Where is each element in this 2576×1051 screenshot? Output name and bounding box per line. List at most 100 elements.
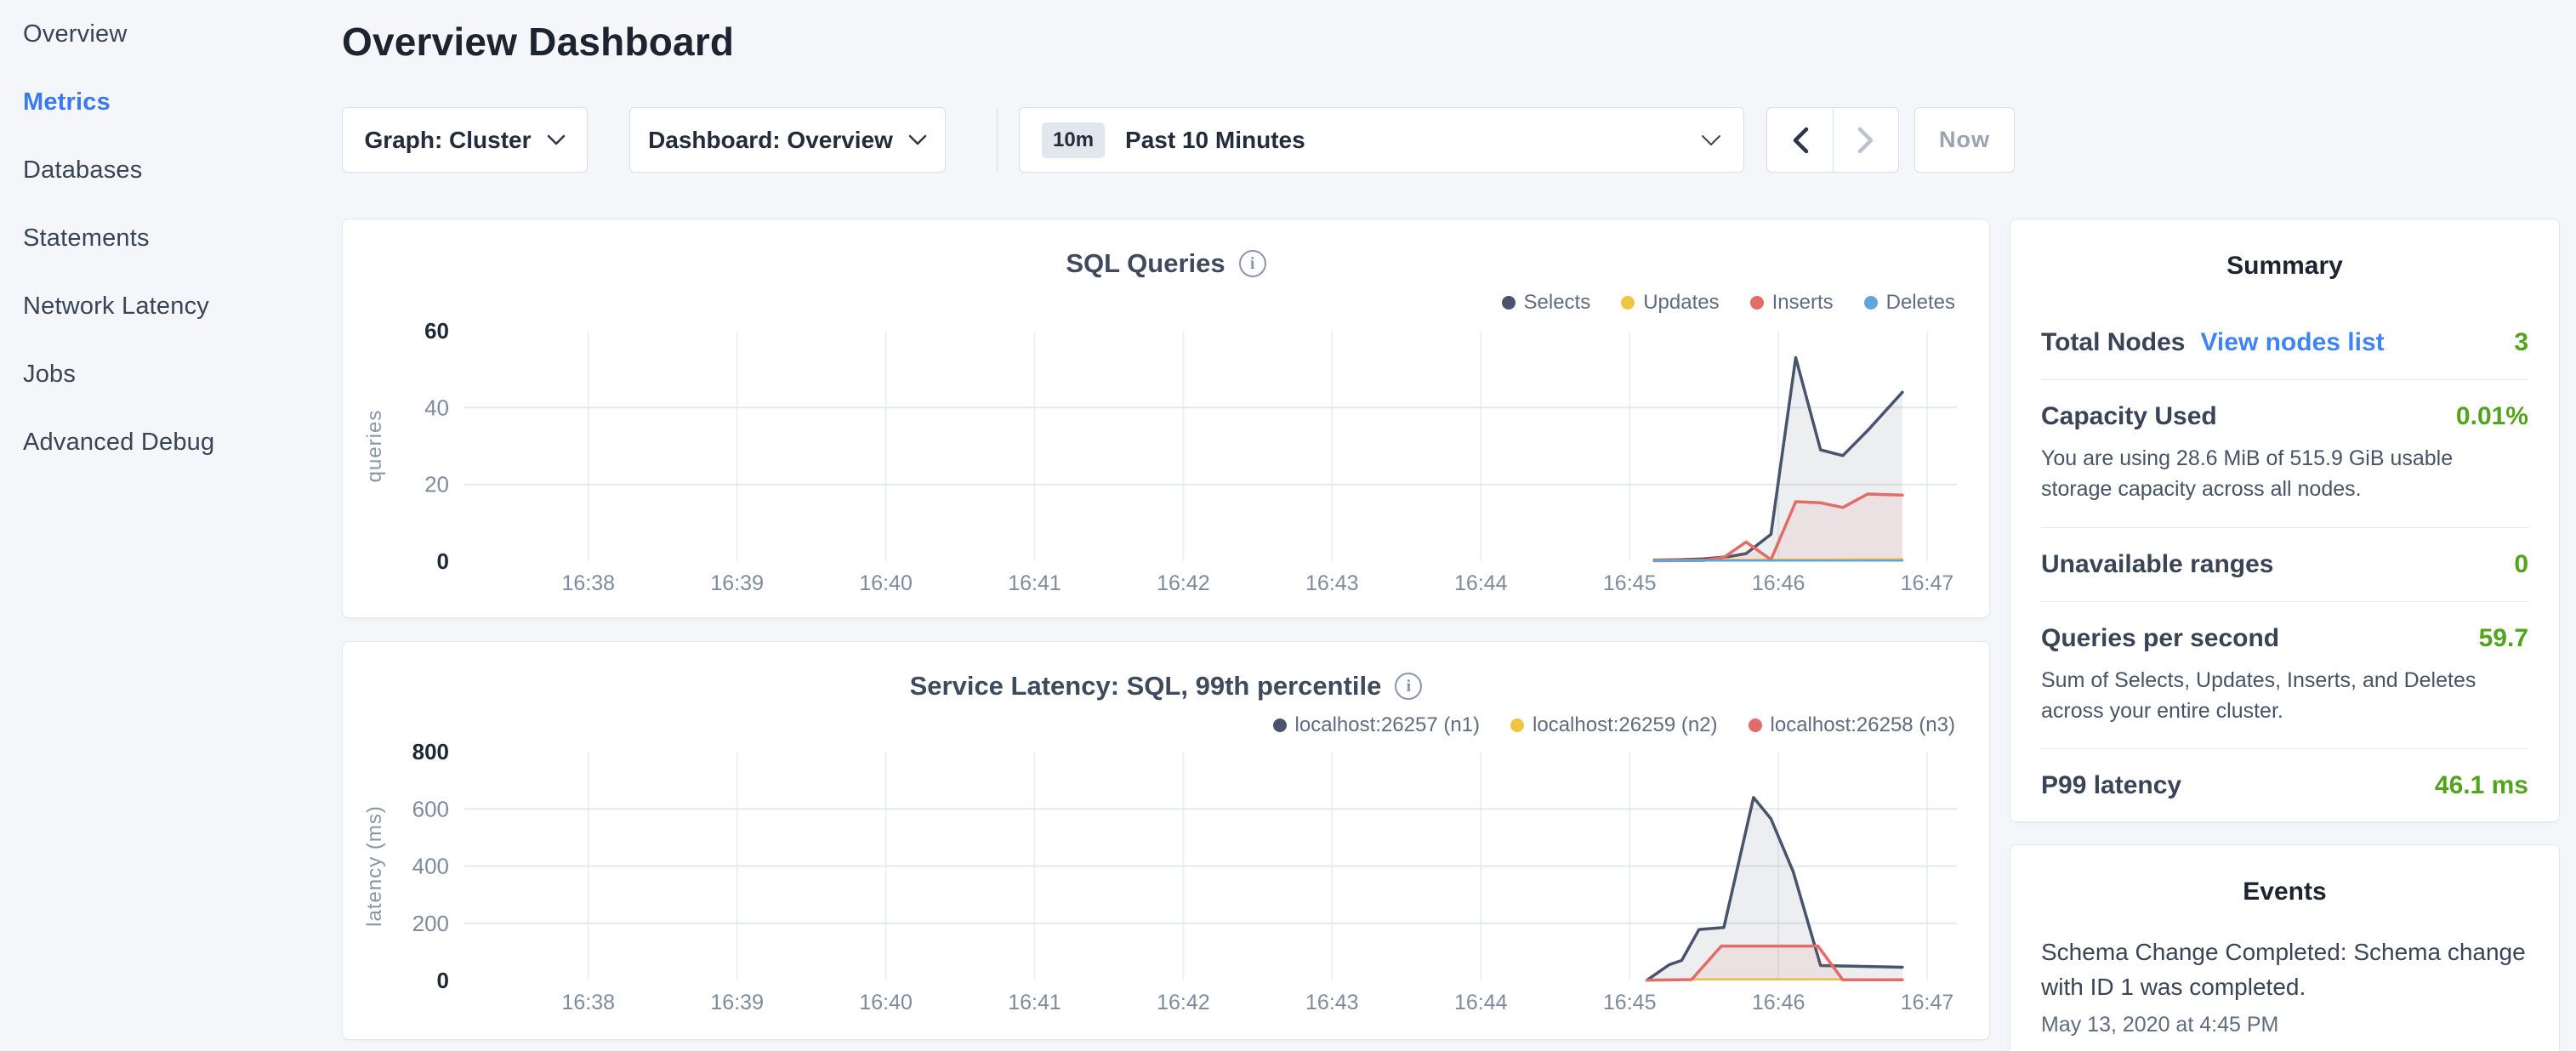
sidebar-item-network-latency[interactable]: Network Latency [0, 272, 340, 340]
summary-value: 0 [2514, 550, 2528, 579]
svg-text:16:47: 16:47 [1901, 991, 1954, 1014]
summary-label: Queries per second [2041, 624, 2279, 653]
svg-text:16:46: 16:46 [1752, 571, 1805, 595]
time-range-selector[interactable]: 10m Past 10 Minutes [1019, 107, 1744, 173]
summary-row-capacity-used: Capacity Used 0.01% You are using 28.6 M… [2041, 380, 2528, 528]
sql-queries-chart-canvas: 16:3816:3916:4016:4116:4216:4316:4416:45… [343, 219, 1989, 617]
controls-row: Graph: Cluster Dashboard: Overview 10m P… [0, 107, 2576, 173]
svg-text:16:44: 16:44 [1454, 571, 1508, 595]
svg-text:16:45: 16:45 [1603, 991, 1657, 1014]
summary-row-unavailable-ranges: Unavailable ranges 0 [2041, 528, 2528, 602]
legend-label: Inserts [1772, 291, 1834, 315]
summary-subtext: Sum of Selects, Updates, Inserts, and De… [2041, 665, 2528, 727]
graph-dropdown-label: Graph: Cluster [364, 127, 531, 154]
svg-text:16:42: 16:42 [1157, 991, 1210, 1014]
now-button-label: Now [1939, 127, 1990, 153]
graph-dropdown[interactable]: Graph: Cluster [342, 107, 588, 173]
svg-text:16:41: 16:41 [1008, 991, 1061, 1014]
events-list: Schema Change Completed: Schema change w… [2041, 935, 2528, 1037]
sidebar-item-jobs[interactable]: Jobs [0, 340, 340, 408]
time-step-forward-button[interactable] [1833, 108, 1898, 172]
svg-text:16:40: 16:40 [859, 571, 913, 595]
dashboard-dropdown-label: Dashboard: Overview [648, 127, 893, 154]
view-nodes-list-link[interactable]: View nodes list [2200, 328, 2384, 357]
svg-text:0: 0 [437, 548, 449, 574]
summary-label: Capacity Used [2041, 402, 2217, 431]
legend-item[interactable]: localhost:26258 (n3) [1749, 713, 1955, 737]
svg-text:20: 20 [424, 472, 449, 497]
chevron-down-icon [1701, 134, 1721, 146]
legend-item[interactable]: localhost:26259 (n2) [1510, 713, 1717, 737]
sidebar-item-statements[interactable]: Statements [0, 204, 340, 272]
legend-dot-icon [1749, 719, 1762, 732]
time-step-buttons [1766, 107, 1899, 173]
svg-text:60: 60 [424, 318, 449, 344]
time-window-label: Past 10 Minutes [1125, 127, 1680, 154]
legend-dot-icon [1502, 296, 1515, 310]
legend-item[interactable]: Selects [1502, 291, 1591, 315]
event-text: Schema Change Completed: Schema change w… [2041, 935, 2528, 1004]
events-title: Events [2041, 845, 2528, 906]
summary-value: 46.1 ms [2435, 771, 2528, 800]
svg-text:0: 0 [437, 968, 449, 993]
legend-dot-icon [1273, 719, 1287, 732]
legend-item[interactable]: localhost:26257 (n1) [1273, 713, 1480, 737]
summary-label: P99 latency [2041, 771, 2181, 800]
time-step-back-button[interactable] [1767, 108, 1833, 172]
event-item[interactable]: Schema Change Completed: Schema change w… [2041, 935, 2528, 1037]
legend-label: Deletes [1886, 291, 1955, 315]
svg-text:16:45: 16:45 [1603, 571, 1657, 595]
svg-text:16:38: 16:38 [562, 571, 616, 595]
summary-value: 0.01% [2456, 402, 2528, 431]
dashboard-dropdown[interactable]: Dashboard: Overview [629, 107, 946, 173]
admin-ui: OverviewMetricsDatabasesStatementsNetwor… [0, 0, 2576, 1051]
summary-row-total-nodes: Total Nodes View nodes list 3 [2041, 306, 2528, 380]
chevron-down-icon [547, 134, 566, 145]
svg-text:16:47: 16:47 [1901, 571, 1954, 595]
svg-text:16:44: 16:44 [1454, 991, 1508, 1014]
summary-label: Unavailable ranges [2041, 550, 2273, 579]
legend-label: localhost:26258 (n3) [1771, 713, 1955, 737]
chevron-right-icon [1857, 127, 1874, 154]
legend-item[interactable]: Updates [1621, 291, 1719, 315]
chevron-left-icon [1792, 127, 1809, 154]
legend-dot-icon [1510, 719, 1524, 732]
now-button[interactable]: Now [1914, 107, 2015, 173]
summary-row-queries-per-second: Queries per second 59.7 Sum of Selects, … [2041, 602, 2528, 750]
info-icon[interactable]: i [1239, 250, 1266, 277]
legend-dot-icon [1864, 296, 1878, 310]
service-latency-chart-canvas: 16:3816:3916:4016:4116:4216:4316:4416:45… [343, 642, 1989, 1039]
chart-title: SQL Queries [1066, 248, 1225, 279]
info-icon[interactable]: i [1395, 673, 1422, 700]
svg-text:16:40: 16:40 [859, 991, 913, 1014]
event-timestamp: May 13, 2020 at 4:45 PM [2041, 1013, 2528, 1037]
summary-title: Summary [2041, 219, 2528, 281]
svg-text:16:46: 16:46 [1752, 991, 1805, 1014]
events-panel: Events Schema Change Completed: Schema c… [2010, 844, 2560, 1051]
sidebar-item-advanced-debug[interactable]: Advanced Debug [0, 408, 340, 476]
svg-text:16:41: 16:41 [1008, 571, 1061, 595]
svg-text:latency (ms): latency (ms) [363, 805, 386, 927]
svg-text:16:43: 16:43 [1305, 991, 1359, 1014]
summary-panel: Summary Total Nodes View nodes list 3 Ca… [2010, 219, 2560, 822]
svg-text:400: 400 [412, 854, 449, 879]
chart-legend: localhost:26257 (n1) localhost:26259 (n2)… [1273, 713, 1955, 737]
summary-row-p99-latency: P99 latency 46.1 ms [2041, 749, 2528, 822]
svg-text:16:42: 16:42 [1157, 571, 1210, 595]
svg-text:800: 800 [412, 739, 449, 764]
svg-text:queries: queries [363, 410, 386, 483]
summary-subtext: You are using 28.6 MiB of 515.9 GiB usab… [2041, 443, 2528, 505]
legend-label: localhost:26259 (n2) [1533, 713, 1717, 737]
legend-label: localhost:26257 (n1) [1295, 713, 1480, 737]
legend-label: Selects [1524, 291, 1591, 315]
legend-dot-icon [1621, 296, 1635, 310]
legend-item[interactable]: Inserts [1750, 291, 1834, 315]
controls-divider [997, 107, 998, 173]
chevron-down-icon [908, 134, 927, 145]
sidebar-item-overview[interactable]: Overview [0, 0, 340, 68]
svg-text:16:43: 16:43 [1305, 571, 1359, 595]
sql-queries-chart-card: 16:3816:3916:4016:4116:4216:4316:4416:45… [342, 219, 1990, 618]
legend-item[interactable]: Deletes [1864, 291, 1955, 315]
svg-text:200: 200 [412, 911, 449, 936]
summary-rows: Total Nodes View nodes list 3 Capacity U… [2041, 306, 2528, 822]
